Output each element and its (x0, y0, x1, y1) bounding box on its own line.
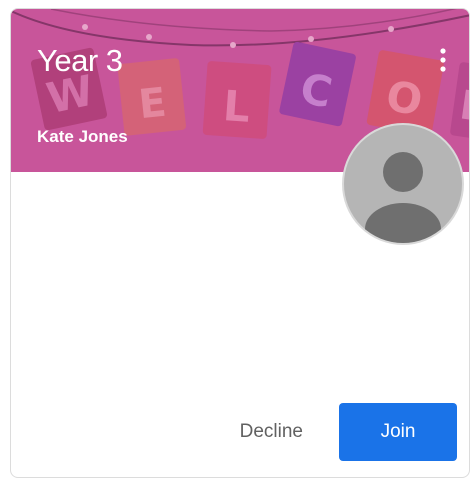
default-user-avatar-icon (365, 152, 441, 243)
teacher-name: Kate Jones (37, 127, 128, 146)
class-title[interactable]: Year 3 (37, 43, 123, 79)
more-vert-icon (440, 48, 446, 72)
join-button[interactable]: Join (339, 403, 457, 461)
more-options-button[interactable] (431, 45, 455, 75)
invite-actions: Decline Join (222, 403, 457, 461)
teacher-avatar (342, 123, 464, 245)
decline-button[interactable]: Decline (222, 407, 321, 457)
class-invite-card: W E L C O M Year 3 Kate Jones Decline Jo… (10, 8, 470, 478)
